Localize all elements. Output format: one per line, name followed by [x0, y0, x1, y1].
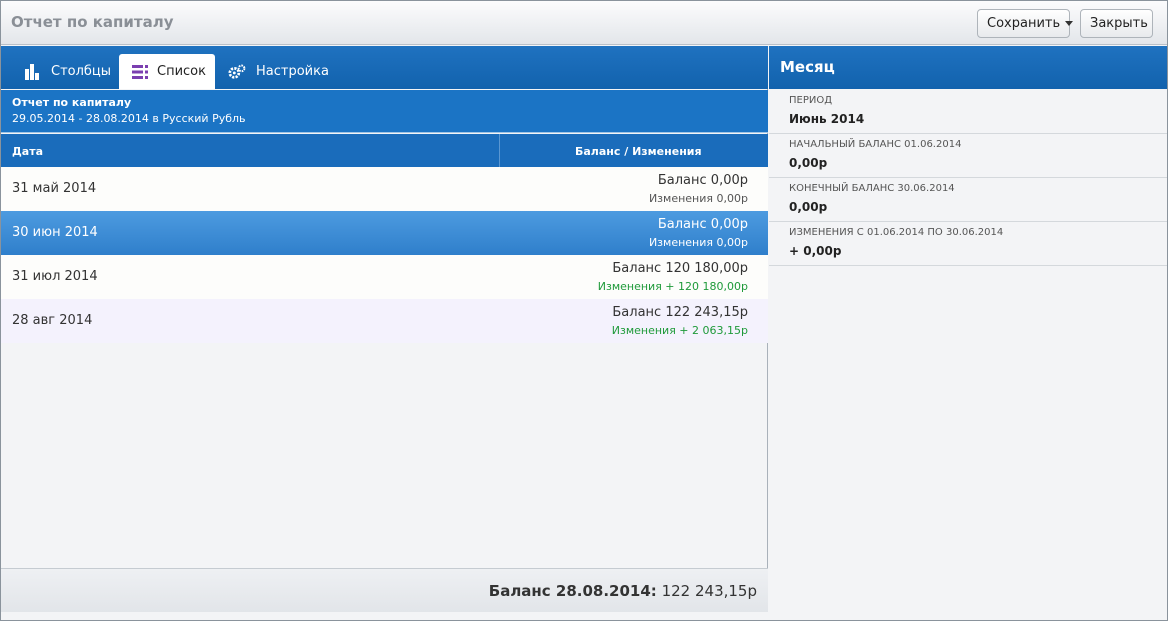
tab-columns-label: Столбцы	[51, 64, 112, 79]
row-date: 28 авг 2014	[12, 313, 93, 328]
save-button[interactable]: Сохранить	[977, 9, 1074, 38]
title-bar: Отчет по капиталу Сохранить Закрыть	[1, 1, 1167, 45]
list-item[interactable]: 31 июл 2014 Баланс 120 180,00р Изменения…	[1, 255, 768, 299]
detail-changes: ИЗМЕНЕНИЯ С 01.06.2014 ПО 30.06.2014 + 0…	[769, 222, 1167, 266]
row-balance: Баланс 122 243,15р	[612, 305, 748, 320]
details-panel: Месяц ПЕРИОД Июнь 2014 НАЧАЛЬНЫЙ БАЛАНС …	[769, 46, 1167, 612]
footer-total-label: Баланс 28.08.2014:	[488, 582, 657, 600]
details-header: Месяц	[769, 46, 1167, 89]
tab-list[interactable]: Список	[119, 54, 215, 89]
caret-down-icon	[1065, 21, 1074, 26]
row-change: Изменения 0,00р	[648, 236, 748, 249]
tab-list-label: Список	[157, 64, 206, 79]
row-change: Изменения 0,00р	[648, 192, 748, 205]
footer-total-value: 122 243,15р	[656, 582, 757, 600]
row-date: 30 июн 2014	[12, 225, 98, 240]
row-change: Изменения + 2 063,15р	[611, 324, 748, 337]
detail-key: ПЕРИОД	[789, 95, 833, 106]
table-header: Дата Баланс / Изменения	[1, 134, 768, 167]
column-date[interactable]: Дата	[12, 145, 43, 158]
tab-columns[interactable]: Столбцы	[23, 54, 113, 89]
report-header: Отчет по капиталу 29.05.2014 - 28.08.201…	[1, 90, 768, 133]
save-button-label: Сохранить	[987, 16, 1061, 31]
detail-key: ИЗМЕНЕНИЯ С 01.06.2014 ПО 30.06.2014	[789, 227, 1004, 238]
detail-key: НАЧАЛЬНЫЙ БАЛАНС 01.06.2014	[789, 139, 962, 150]
row-date: 31 июл 2014	[12, 269, 98, 284]
list-icon	[132, 65, 148, 79]
bar-chart-icon	[25, 64, 39, 80]
detail-key: КОНЕЧНЫЙ БАЛАНС 30.06.2014	[789, 183, 955, 194]
footer-total: Баланс 28.08.2014: 122 243,15р	[489, 582, 757, 600]
gears-icon	[228, 64, 246, 79]
close-button[interactable]: Закрыть	[1080, 9, 1153, 38]
details-title: Месяц	[780, 58, 835, 76]
report-panel: Столбцы Список Настройка Отчет по капита…	[1, 46, 768, 612]
detail-value: + 0,00р	[789, 244, 842, 258]
row-change: Изменения + 120 180,00р	[597, 280, 748, 293]
report-title: Отчет по капиталу	[12, 96, 132, 109]
list-item[interactable]: 31 май 2014 Баланс 0,00р Изменения 0,00р	[1, 167, 768, 211]
row-balance: Баланс 0,00р	[657, 217, 748, 232]
tab-bar: Столбцы Список Настройка	[1, 46, 768, 89]
report-footer: Баланс 28.08.2014: 122 243,15р	[1, 568, 768, 612]
report-window: Отчет по капиталу Сохранить Закрыть Стол…	[0, 0, 1168, 621]
report-range: 29.05.2014 - 28.08.2014 в Русский Рубль	[12, 112, 246, 125]
row-balance: Баланс 0,00р	[657, 173, 748, 188]
row-date: 31 май 2014	[12, 181, 97, 196]
window-title: Отчет по капиталу	[11, 13, 174, 31]
tab-settings-label: Настройка	[256, 64, 329, 79]
column-balance[interactable]: Баланс / Изменения	[575, 145, 702, 158]
detail-value: 0,00р	[789, 156, 828, 170]
tab-settings[interactable]: Настройка	[228, 54, 338, 89]
column-divider	[499, 134, 500, 167]
list-item-selected[interactable]: 30 июн 2014 Баланс 0,00р Изменения 0,00р	[1, 211, 768, 255]
detail-end-balance: КОНЕЧНЫЙ БАЛАНС 30.06.2014 0,00р	[769, 178, 1167, 222]
detail-value: 0,00р	[789, 200, 828, 214]
detail-start-balance: НАЧАЛЬНЫЙ БАЛАНС 01.06.2014 0,00р	[769, 134, 1167, 178]
row-balance: Баланс 120 180,00р	[612, 261, 748, 276]
detail-value: Июнь 2014	[789, 112, 865, 126]
list-item[interactable]: 28 авг 2014 Баланс 122 243,15р Изменения…	[1, 299, 768, 343]
detail-period: ПЕРИОД Июнь 2014	[769, 90, 1167, 134]
